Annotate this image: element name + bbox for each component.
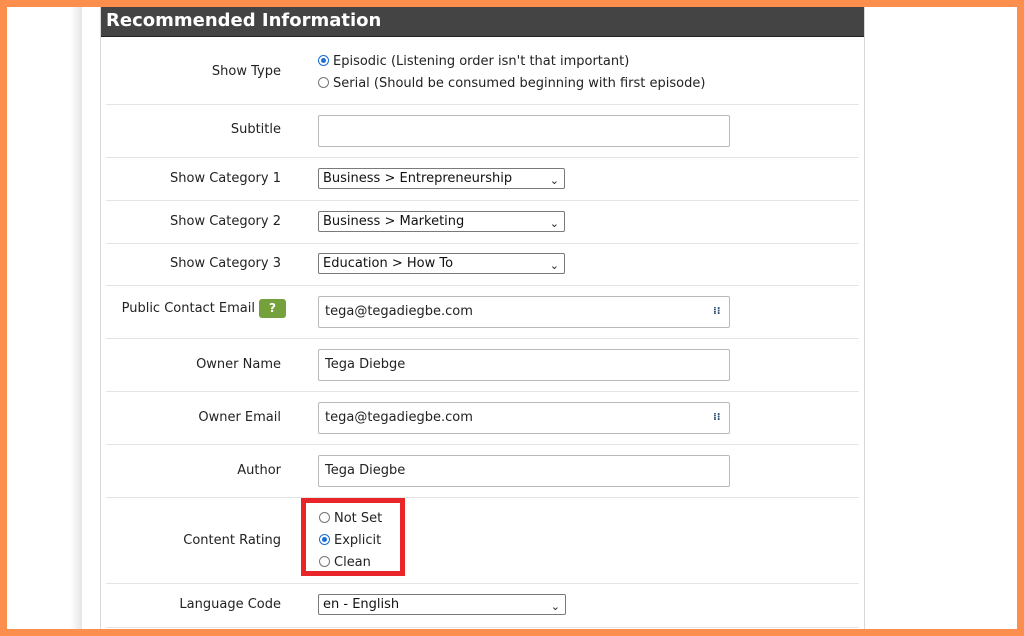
chevron-down-icon: ⌄: [550, 600, 560, 613]
public-email-input[interactable]: tega@tegadiegbe.com ⁞⁝: [318, 296, 730, 328]
owner-name-label: Owner Name: [196, 357, 281, 372]
category-3-select[interactable]: Education > How To ⌄: [318, 253, 565, 274]
row-author: Author Tega Diegbe: [106, 444, 859, 498]
category-3-label: Show Category 3: [170, 256, 281, 271]
password-manager-icon[interactable]: ⁞⁝: [713, 411, 723, 424]
serial-radio[interactable]: [318, 77, 329, 88]
row-category-3: Show Category 3 Education > How To ⌄: [106, 243, 859, 286]
row-public-contact-email: Public Contact Email? tega@tegadiegbe.co…: [106, 285, 859, 339]
show-type-label: Show Type: [211, 64, 281, 79]
owner-name-input[interactable]: Tega Diebge: [318, 349, 730, 381]
row-category-1: Show Category 1 Business > Entrepreneurs…: [106, 157, 859, 201]
row-owner-name: Owner Name Tega Diebge: [106, 338, 859, 392]
show-type-serial-option[interactable]: Serial (Should be consumed beginning wit…: [318, 76, 705, 91]
episodic-label: Episodic (Listening order isn't that imp…: [333, 54, 630, 69]
category-3-value: Education > How To: [323, 256, 454, 271]
subtitle-label: Subtitle: [230, 122, 281, 137]
recommended-information-panel: Recommended Information Show Type Episod…: [100, 7, 865, 629]
content-rating-highlight-box: [301, 498, 405, 576]
category-2-label: Show Category 2: [170, 214, 281, 229]
row-owner-email: Owner Email tega@tegadiegbe.com ⁞⁝: [106, 391, 859, 445]
content-rating-label: Content Rating: [183, 533, 281, 548]
language-code-select[interactable]: en - English ⌄: [318, 594, 566, 615]
row-content-rating: Content Rating Not Set Explicit Clean: [106, 497, 859, 584]
row-category-2: Show Category 2 Business > Marketing ⌄: [106, 200, 859, 244]
serial-label: Serial (Should be consumed beginning wit…: [333, 76, 706, 91]
category-1-value: Business > Entrepreneurship: [323, 171, 513, 186]
owner-email-label: Owner Email: [198, 410, 281, 425]
public-email-label: Public Contact Email?: [122, 299, 286, 318]
public-email-label-text: Public Contact Email: [121, 301, 255, 316]
owner-email-value: tega@tegadiegbe.com: [325, 410, 473, 425]
chevron-down-icon: ⌄: [549, 174, 559, 187]
category-1-label: Show Category 1: [170, 171, 281, 186]
public-email-value: tega@tegadiegbe.com: [325, 304, 473, 319]
owner-email-input[interactable]: tega@tegadiegbe.com ⁞⁝: [318, 402, 730, 434]
language-code-label: Language Code: [179, 597, 281, 612]
category-2-select[interactable]: Business > Marketing ⌄: [318, 211, 565, 232]
row-language-code: Language Code en - English ⌄: [106, 583, 859, 628]
author-input[interactable]: Tega Diegbe: [318, 455, 730, 487]
author-label: Author: [237, 463, 281, 478]
language-code-value: en - English: [323, 597, 400, 612]
category-1-select[interactable]: Business > Entrepreneurship ⌄: [318, 168, 565, 189]
row-subtitle: Subtitle: [106, 104, 859, 158]
section-title: Recommended Information: [101, 7, 864, 37]
chevron-down-icon: ⌄: [549, 259, 559, 272]
row-show-type: Show Type Episodic (Listening order isn'…: [106, 44, 859, 105]
password-manager-icon[interactable]: ⁞⁝: [713, 305, 723, 318]
subtitle-input[interactable]: [318, 115, 730, 147]
page-shadow: [70, 7, 82, 629]
help-question-icon[interactable]: ?: [259, 299, 286, 318]
chevron-down-icon: ⌄: [549, 217, 559, 230]
show-type-episodic-option[interactable]: Episodic (Listening order isn't that imp…: [318, 54, 629, 69]
episodic-radio[interactable]: [318, 55, 329, 66]
category-2-value: Business > Marketing: [323, 214, 465, 229]
